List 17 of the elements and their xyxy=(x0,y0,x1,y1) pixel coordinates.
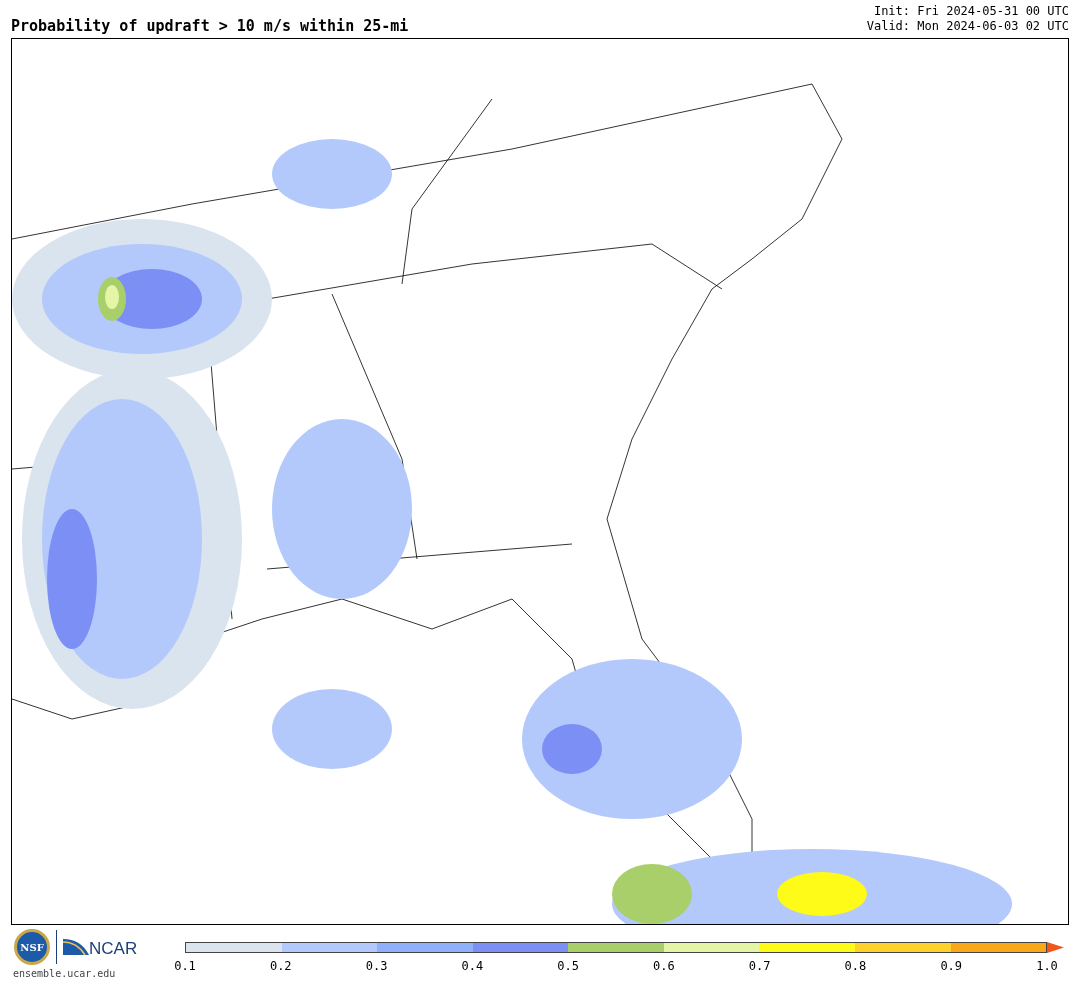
nsf-logo: NSF xyxy=(14,929,50,965)
tick-label: 0.7 xyxy=(748,958,771,975)
tick-label: 0.5 xyxy=(557,958,579,975)
tick-label: 0.1 xyxy=(174,958,196,975)
swoosh-icon xyxy=(63,937,89,957)
tick-label: 0.2 xyxy=(269,958,292,975)
site-url: ensemble.ucar.edu xyxy=(13,967,116,981)
tick-label: 0.3 xyxy=(365,958,388,975)
tick-label: 0.6 xyxy=(653,958,675,975)
init-time: Init: Fri 2024-05-31 00 UTC xyxy=(873,4,1069,19)
chart-title: Probability of updraft > 10 m/s within 25-mi xyxy=(11,19,409,34)
tick-label: 0.8 xyxy=(844,958,867,975)
tick-label: 0.9 xyxy=(940,958,963,975)
valid-time: Valid: Mon 2024-06-03 02 UTC xyxy=(866,19,1069,34)
ncar-logo: NCAR xyxy=(89,938,138,961)
tick-label: 0.4 xyxy=(461,958,484,975)
tick-label: 1.0 xyxy=(1036,958,1058,975)
